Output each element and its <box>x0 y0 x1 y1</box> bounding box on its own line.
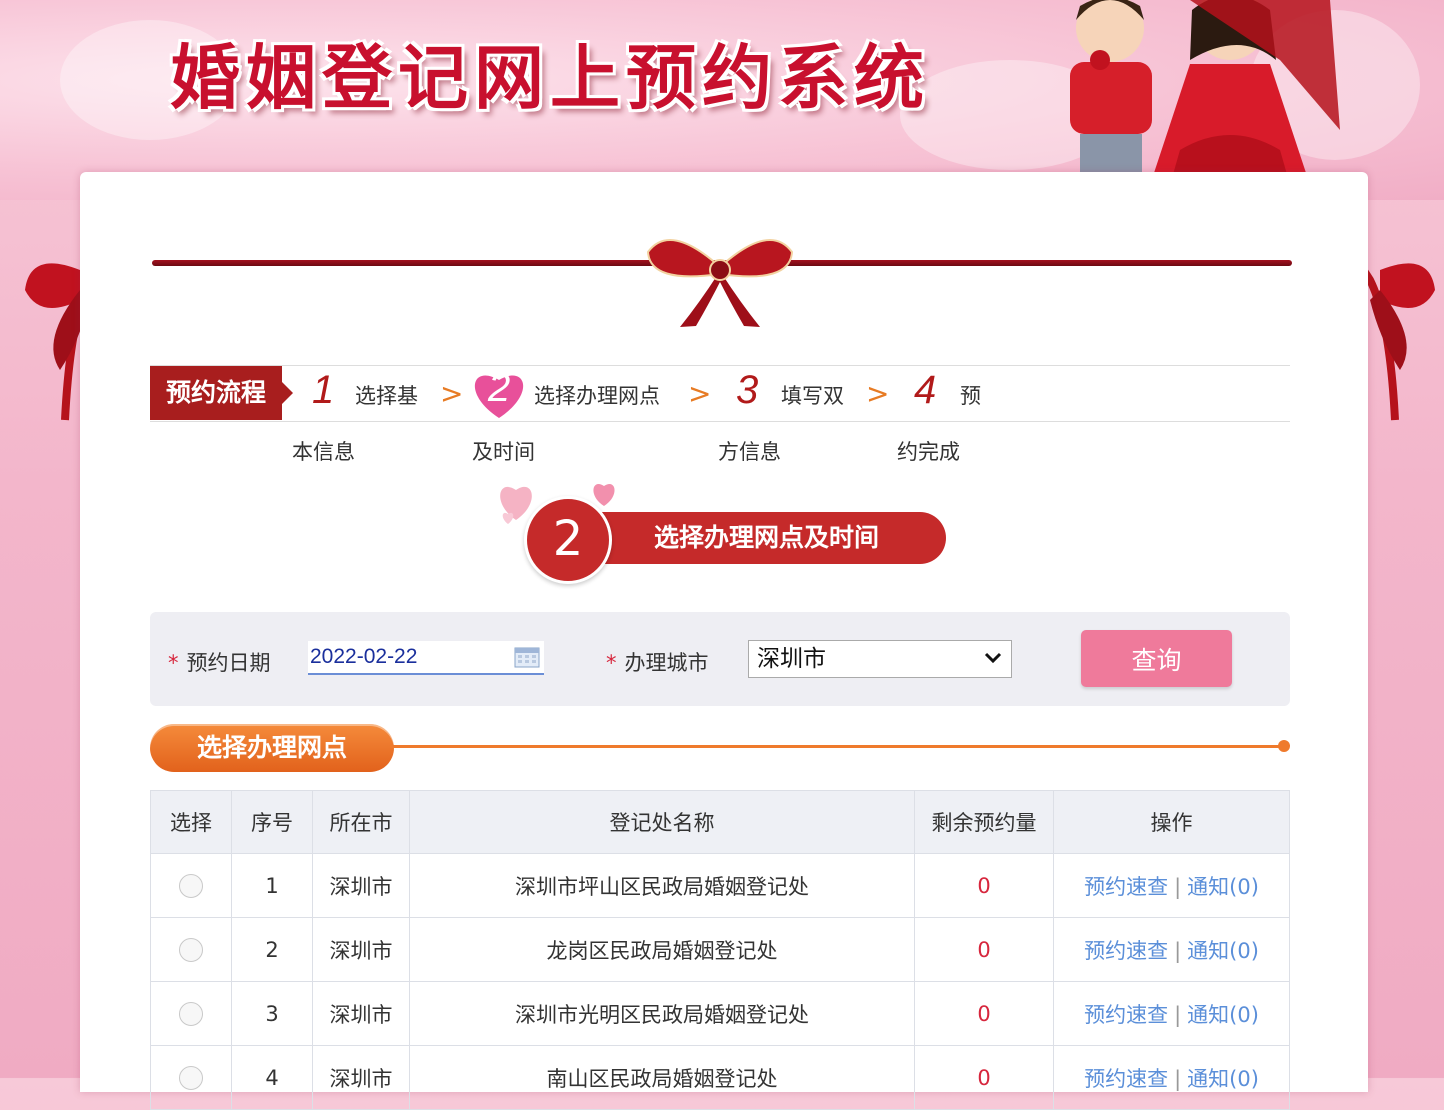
select-radio[interactable] <box>179 938 203 962</box>
row-office-name: 深圳市坪山区民政局婚姻登记处 <box>409 853 915 918</box>
quick-check-link[interactable]: 预约速查 <box>1084 939 1168 963</box>
step-arrow-icon: > <box>688 377 712 410</box>
wedding-couple-illustration <box>1070 0 1340 185</box>
required-mark: * <box>168 651 179 675</box>
link-separator: | <box>1174 874 1182 899</box>
step-arrow-icon: > <box>866 377 890 410</box>
notify-link[interactable]: 通知(0) <box>1187 1067 1259 1091</box>
row-remaining: 0 <box>914 853 1054 918</box>
section-title: 选择办理网点 <box>150 724 394 772</box>
table-header-row: 选择 序号 所在市 登记处名称 剩余预约量 操作 <box>150 790 1290 854</box>
notify-link[interactable]: 通知(0) <box>1187 875 1259 899</box>
city-select[interactable]: 深圳市 <box>748 640 1012 678</box>
step-3-label-cont: 方信息 <box>718 440 781 464</box>
quick-check-link[interactable]: 预约速查 <box>1084 1003 1168 1027</box>
col-select: 选择 <box>150 790 232 854</box>
calendar-icon[interactable] <box>514 646 540 668</box>
table-row: 3 深圳市 深圳市光明区民政局婚姻登记处 0 预约速查 | 通知(0) <box>150 981 1290 1046</box>
row-office-name: 龙岗区民政局婚姻登记处 <box>409 917 915 982</box>
registry-table: 选择 序号 所在市 登记处名称 剩余预约量 操作 1 深圳市 深圳市坪山区民政局… <box>150 790 1290 1110</box>
step-4-number: 4 <box>914 368 937 412</box>
row-city: 深圳市 <box>312 853 410 918</box>
select-radio[interactable] <box>179 1066 203 1090</box>
step-1-label-cont: 本信息 <box>292 440 355 464</box>
select-radio[interactable] <box>179 1002 203 1026</box>
current-step-title: 选择办理网点及时间 <box>654 523 880 552</box>
table-row: 2 深圳市 龙岗区民政局婚姻登记处 0 预约速查 | 通知(0) <box>150 917 1290 982</box>
step-1-number: 1 <box>312 368 335 412</box>
row-number: 2 <box>231 917 313 982</box>
quick-check-link[interactable]: 预约速查 <box>1084 875 1168 899</box>
city-label-text: 办理城市 <box>624 651 709 675</box>
col-actions: 操作 <box>1053 790 1290 854</box>
step-2-label: 选择办理网点 <box>534 384 660 408</box>
process-label: 预约流程 <box>150 366 293 420</box>
city-label: * 办理城市 <box>606 647 709 677</box>
date-input[interactable] <box>308 641 544 675</box>
current-step-number: 2 <box>524 496 612 584</box>
date-label-text: 预约日期 <box>186 651 271 675</box>
row-city: 深圳市 <box>312 981 410 1046</box>
step-3-label: 填写双 <box>781 384 844 408</box>
row-actions: 预约速查 | 通知(0) <box>1053 981 1290 1046</box>
query-button[interactable]: 查询 <box>1081 630 1232 687</box>
notify-link[interactable]: 通知(0) <box>1187 1003 1259 1027</box>
quick-check-link[interactable]: 预约速查 <box>1084 1067 1168 1091</box>
step-3-number: 3 <box>736 368 759 412</box>
row-actions: 预约速查 | 通知(0) <box>1053 917 1290 982</box>
section-line <box>390 745 1282 748</box>
chevron-down-icon <box>983 646 1003 683</box>
step-arrow-icon: > <box>440 377 464 410</box>
select-radio[interactable] <box>179 874 203 898</box>
row-number: 1 <box>231 853 313 918</box>
col-number: 序号 <box>231 790 313 854</box>
col-remaining: 剩余预约量 <box>914 790 1054 854</box>
date-label: * 预约日期 <box>168 647 271 677</box>
step-4-label-cont: 约完成 <box>897 440 960 464</box>
row-remaining: 0 <box>914 981 1054 1046</box>
link-separator: | <box>1174 1066 1182 1091</box>
row-number: 3 <box>231 981 313 1046</box>
step-1-label: 选择基 <box>355 384 418 408</box>
col-city: 所在市 <box>312 790 410 854</box>
section-dot <box>1278 740 1290 752</box>
col-office-name: 登记处名称 <box>409 790 915 854</box>
notify-link[interactable]: 通知(0) <box>1187 939 1259 963</box>
row-city: 深圳市 <box>312 917 410 982</box>
site-title: 婚姻登记网上预约系统 <box>170 36 930 119</box>
link-separator: | <box>1174 938 1182 963</box>
table-row: 1 深圳市 深圳市坪山区民政局婚姻登记处 0 预约速查 | 通知(0) <box>150 853 1290 918</box>
bow-icon <box>646 239 794 327</box>
row-office-name: 深圳市光明区民政局婚姻登记处 <box>409 981 915 1046</box>
step-4-label: 预 <box>960 384 981 408</box>
step-2-number: 2 <box>488 366 511 410</box>
row-actions: 预约速查 | 通知(0) <box>1053 853 1290 918</box>
city-select-value: 深圳市 <box>757 646 826 672</box>
row-remaining: 0 <box>914 917 1054 982</box>
required-mark: * <box>606 651 617 675</box>
link-separator: | <box>1174 1002 1182 1027</box>
